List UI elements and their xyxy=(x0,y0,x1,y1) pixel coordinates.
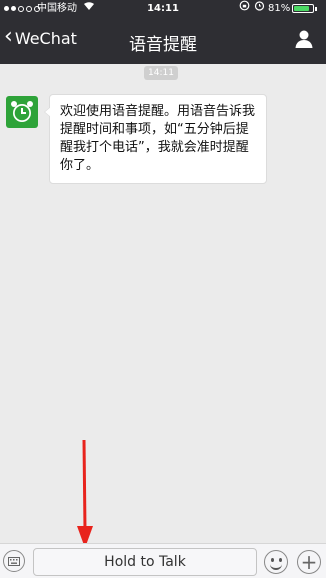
rotation-lock-icon xyxy=(239,0,250,18)
alarm-icon xyxy=(254,0,265,18)
nav-bar: ‹ WeChat 语音提醒 xyxy=(0,18,326,64)
red-arrow-annotation xyxy=(77,439,93,548)
input-toolbar: Hold to Talk + xyxy=(0,543,326,578)
hold-to-talk-button[interactable]: Hold to Talk xyxy=(33,548,257,576)
top-bar: 中国移动 14:11 81% ‹ WeChat 语音提醒 xyxy=(0,0,326,64)
message-bubble[interactable]: 欢迎使用语音提醒。用语音告诉我提醒时间和事项，如“五分钟后提醒我打个电话”，我就… xyxy=(44,94,267,184)
status-bar: 中国移动 14:11 81% xyxy=(0,0,326,18)
emoji-icon[interactable] xyxy=(264,550,288,574)
message-timestamp: 14:11 xyxy=(144,66,178,80)
message-text: 欢迎使用语音提醒。用语音告诉我提醒时间和事项，如“五分钟后提醒我打个电话”，我就… xyxy=(60,104,256,173)
person-icon[interactable] xyxy=(294,29,314,49)
alarm-clock-icon[interactable] xyxy=(6,96,38,128)
battery-percent: 81% xyxy=(268,3,291,14)
keyboard-icon[interactable] xyxy=(3,550,25,572)
plus-icon[interactable]: + xyxy=(297,550,321,574)
page-title: 语音提醒 xyxy=(129,35,197,55)
battery-icon xyxy=(292,4,317,13)
